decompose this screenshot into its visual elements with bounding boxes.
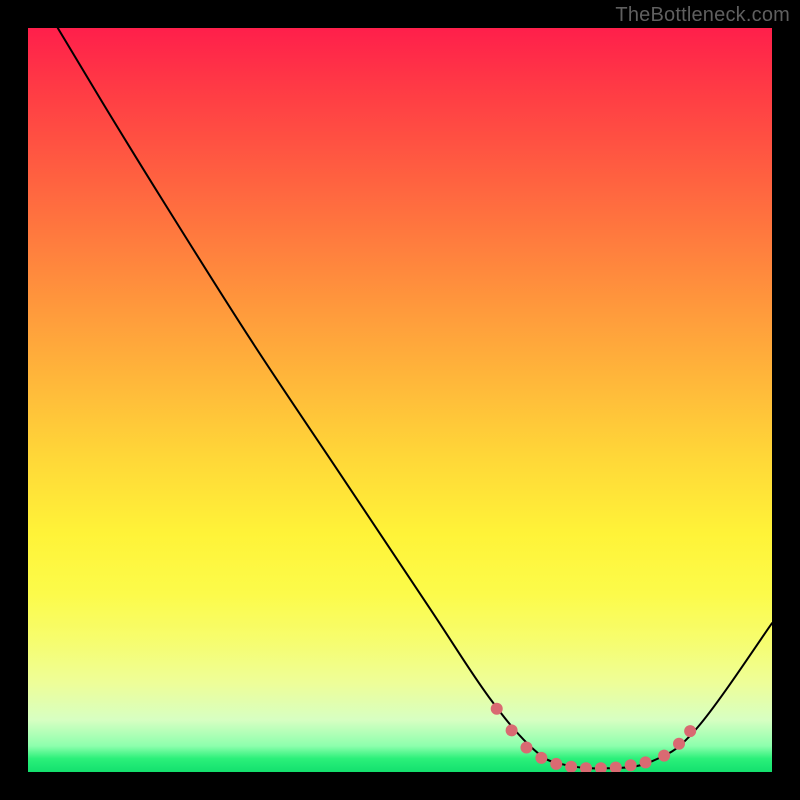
optimal-marker [506,724,518,736]
chart-stage: TheBottleneck.com [0,0,800,800]
optimal-marker [491,703,503,715]
plot-area [28,28,772,772]
optimal-marker [550,758,562,770]
curve-layer [58,28,772,768]
optimal-marker [658,750,670,762]
bottleneck-curve-path [58,28,772,768]
chart-svg [28,28,772,772]
optimal-marker [610,762,622,772]
optimal-marker [580,762,592,772]
optimal-marker [595,762,607,772]
optimal-marker [640,756,652,768]
optimal-marker [565,761,577,772]
optimal-marker [673,738,685,750]
optimal-marker [684,725,696,737]
watermark-label: TheBottleneck.com [615,4,790,27]
optimal-marker [625,759,637,771]
optimal-marker [520,741,532,753]
optimal-marker [535,752,547,764]
